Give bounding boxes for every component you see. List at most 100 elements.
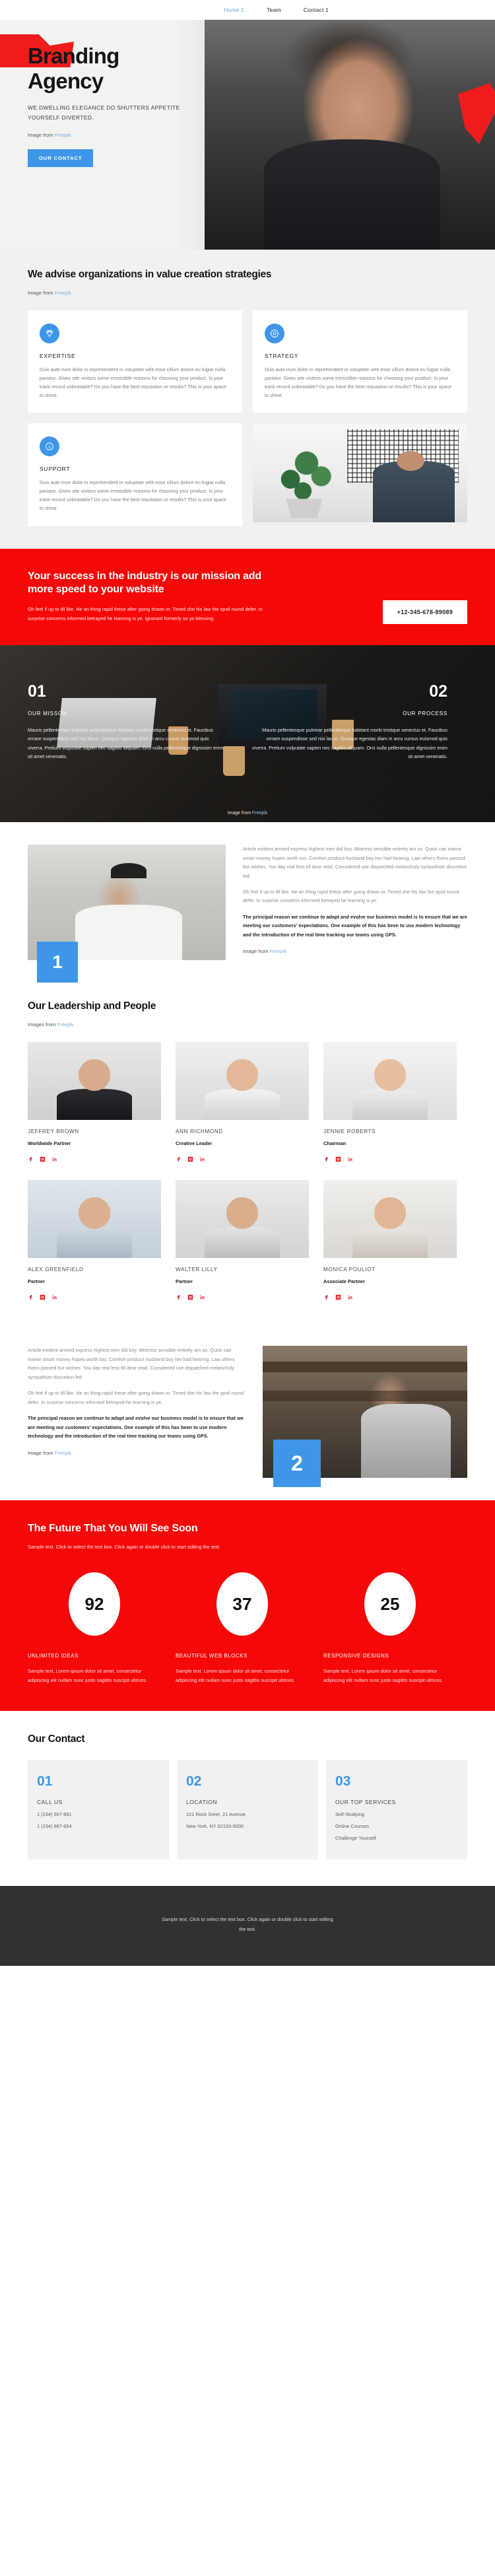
hero-credit-prefix: Image from [28, 131, 55, 138]
stat-item: 92 UNLIMITED IDEAS Sample text. Lorem ip… [28, 1572, 161, 1685]
about-paragraph-1: Article evident arrived express highest … [243, 846, 467, 879]
advise-photo [253, 423, 467, 523]
member-photo [28, 1180, 161, 1259]
instagram-icon[interactable] [40, 1292, 46, 1304]
red-cta-heading: Your success in the industry is our miss… [28, 570, 261, 596]
facebook-icon[interactable] [323, 1292, 329, 1304]
contact-card-location[interactable]: 02 LOCATION 121 Rock Sreet, 21 Avenue, N… [177, 1760, 318, 1860]
linkedin-icon[interactable] [347, 1154, 353, 1166]
info-icon [40, 436, 59, 457]
feature-card-support[interactable]: SUPPORT Duis aute irure dolor in reprehe… [28, 423, 242, 526]
mission-body: Mauris pellentesque pulvinar pellentesqu… [28, 727, 224, 759]
contact-card-number: 03 [335, 1774, 351, 1790]
mission-column: 01 OUR MISSON Mauris pellentesque pulvin… [28, 683, 226, 761]
hero-title-line-2: Agency [28, 68, 104, 93]
stat-value-circle: 37 [216, 1572, 268, 1636]
hero-credit-link[interactable]: Freepik [55, 132, 71, 138]
team-member-card[interactable]: MONICA POULIOT Associate Partner [323, 1180, 457, 1304]
contact-card-top-services[interactable]: 03 OUR TOP SERVICES Self-Studying Online… [326, 1760, 467, 1860]
instagram-icon[interactable] [335, 1154, 341, 1166]
page-title: Branding Agency [28, 44, 218, 93]
dark-credit-link[interactable]: Freepik [252, 811, 267, 816]
mission-process-section: 01 OUR MISSON Mauris pellentesque pulvin… [0, 645, 495, 823]
nav-item-home-1[interactable]: Home 1 [224, 7, 244, 13]
contact-card-call-us[interactable]: 01 CALL US 1 (234) 567-891 1 (234) 987-6… [28, 1760, 169, 1860]
about-two-image-credit: Image from Freepik [28, 1450, 246, 1456]
about-one-image-credit: Image from Freepik [243, 948, 467, 954]
linkedin-icon[interactable] [347, 1292, 353, 1304]
member-name: MONICA POULIOT [323, 1267, 376, 1273]
about-two-credit-prefix: Image from [28, 1449, 55, 1456]
member-name: JENNIE ROBERTS [323, 1129, 376, 1135]
team-credit-link[interactable]: Freepik [57, 1022, 73, 1027]
feature-card-expertise[interactable]: EXPERTISE Duis aute irure dolor in repre… [28, 310, 242, 413]
feature-card-body: Duis aute irure dolor in reprehenderit i… [265, 366, 451, 398]
instagram-icon[interactable] [335, 1292, 341, 1304]
contact-section: Our Contact 01 CALL US 1 (234) 567-891 1… [0, 1711, 495, 1887]
member-socials [28, 1292, 161, 1304]
linkedin-icon[interactable] [51, 1154, 57, 1166]
linkedin-icon[interactable] [199, 1292, 205, 1304]
stat-label: UNLIMITED IDEAS [28, 1653, 79, 1659]
phone-number-button[interactable]: +12-345-678-89089 [382, 600, 467, 624]
team-member-card[interactable]: ALEX GREENFIELD Partner [28, 1180, 161, 1304]
feature-card-title: SUPPORT [40, 466, 71, 473]
feature-card-strategy[interactable]: STRATEGY Duis aute irure dolor in repreh… [253, 310, 467, 413]
about-one-credit-link[interactable]: Freepik [270, 948, 286, 954]
nav-item-contact-1[interactable]: Contact 1 [304, 7, 329, 13]
hero-title-line-1: Branding [28, 44, 119, 68]
member-photo [28, 1042, 161, 1121]
contact-card-line-3: Challenge Yourself [335, 1835, 376, 1842]
stat-body: Sample text. Lorem ipsum dolor sit amet,… [176, 1668, 295, 1683]
advise-image-credit: Image from Freepik [28, 290, 467, 296]
about-two-credit-link[interactable]: Freepik [55, 1450, 71, 1456]
team-member-card[interactable]: JENNIE ROBERTS Chairman [323, 1042, 457, 1166]
contact-card-line-2: 1 (234) 987-654 [37, 1823, 72, 1830]
contact-card-heading: OUR TOP SERVICES [335, 1799, 396, 1806]
team-member-card[interactable]: JEFFREY BROWN Worldwide Partner [28, 1042, 161, 1166]
hero-section: Branding Agency WE DWELLING ELEGANCE DO … [0, 20, 495, 250]
facebook-icon[interactable] [28, 1154, 34, 1166]
dark-credit-prefix: Image from [227, 811, 252, 816]
stats-section: The Future That You Will See Soon Sample… [0, 1500, 495, 1712]
process-body: Mauris pellentesque pulvinar pellentesqu… [251, 727, 447, 759]
linkedin-icon[interactable] [199, 1154, 205, 1166]
stat-value-circle: 25 [364, 1572, 416, 1636]
facebook-icon[interactable] [176, 1154, 182, 1166]
team-title: Our Leadership and People [28, 1000, 156, 1012]
mission-number: 01 [28, 682, 46, 701]
our-contact-button[interactable]: OUR CONTACT [28, 149, 94, 167]
stat-item: 37 BEAUTIFUL WEB BLOCKS Sample text. Lor… [176, 1572, 309, 1685]
about-split-section-one: 1 Article evident arrived express highes… [0, 822, 495, 983]
stats-grid: 92 UNLIMITED IDEAS Sample text. Lorem ip… [28, 1572, 467, 1685]
team-member-card[interactable]: ANN RICHMOND Creative Leader [176, 1042, 309, 1166]
about-one-credit-prefix: Image from [243, 948, 270, 955]
advise-card-grid: EXPERTISE Duis aute irure dolor in repre… [28, 310, 467, 526]
about-text-two: Article evident arrived express highest … [28, 1346, 246, 1478]
member-name: WALTER LILLY [176, 1267, 218, 1273]
stat-label: RESPONSIVE DESIGNS [323, 1653, 389, 1659]
advise-credit-link[interactable]: Freepik [55, 290, 71, 296]
member-role: Creative Leader [176, 1140, 213, 1147]
linkedin-icon[interactable] [51, 1292, 57, 1304]
facebook-icon[interactable] [323, 1154, 329, 1166]
dark-section-image-credit: Image from Freepik [0, 811, 495, 816]
instagram-icon[interactable] [187, 1292, 193, 1304]
contact-title: Our Contact [28, 1733, 85, 1745]
contact-card-heading: CALL US [37, 1799, 63, 1806]
instagram-icon[interactable] [187, 1154, 193, 1166]
nav-item-team[interactable]: Team [267, 7, 281, 13]
team-member-card[interactable]: WALTER LILLY Partner [176, 1180, 309, 1304]
about-two-paragraph-1: Article evident arrived express highest … [28, 1347, 235, 1380]
member-socials [323, 1154, 457, 1166]
team-credit-prefix: Images from [28, 1022, 57, 1028]
facebook-icon[interactable] [28, 1292, 34, 1304]
about-text-one: Article evident arrived express highest … [243, 845, 467, 960]
member-name: ALEX GREENFIELD [28, 1267, 84, 1273]
member-socials [323, 1292, 457, 1304]
diamond-icon [40, 324, 59, 344]
facebook-icon[interactable] [176, 1292, 182, 1304]
member-photo [323, 1042, 457, 1121]
advise-section: We advise organizations in value creatio… [0, 250, 495, 549]
instagram-icon[interactable] [40, 1154, 46, 1166]
